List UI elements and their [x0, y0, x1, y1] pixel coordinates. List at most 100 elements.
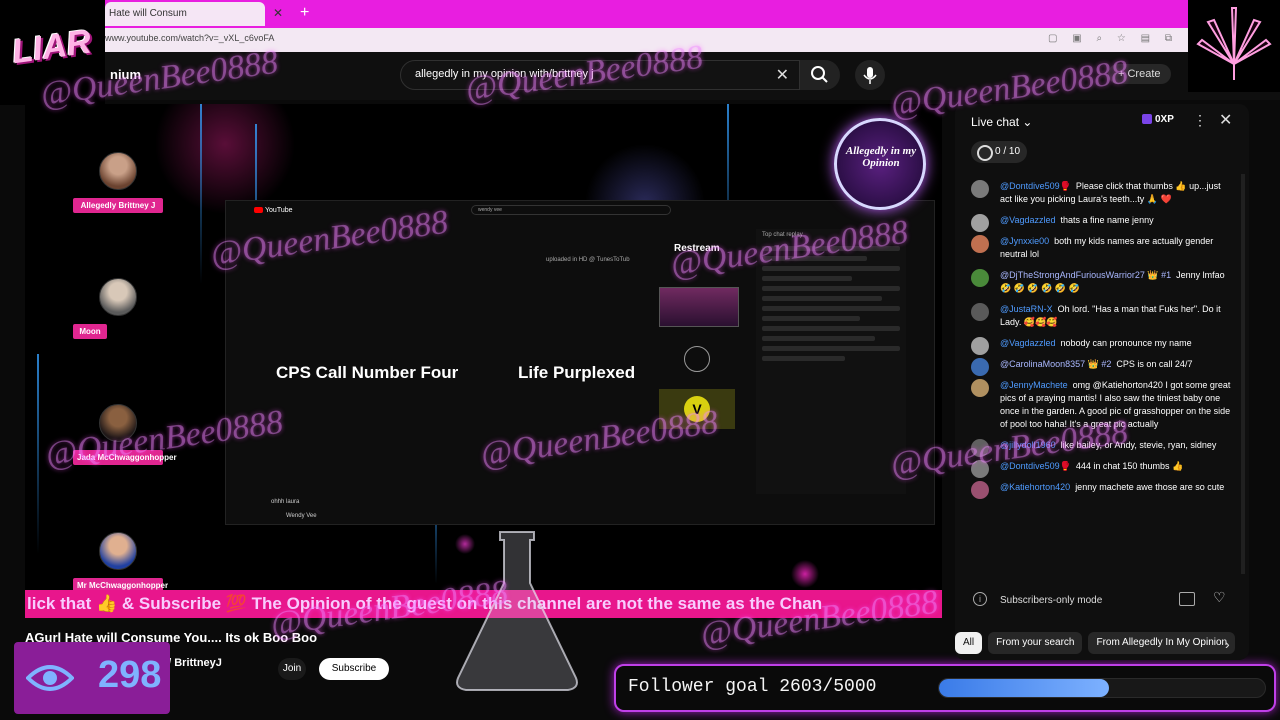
inner-topic-subtitle: Life Purplexed: [518, 363, 636, 382]
chat-message[interactable]: @JustaRN-X Oh lord. "Has a man that Fuks …: [955, 299, 1249, 333]
chat-text: thats a fine name jenny: [1060, 215, 1154, 225]
mic-button[interactable]: [855, 60, 885, 90]
inner-chat-line: [762, 356, 845, 361]
avatar: [99, 532, 137, 570]
avatar[interactable]: [971, 180, 989, 198]
live-chat-dropdown[interactable]: Live chat ⌄: [971, 115, 1032, 129]
chat-author[interactable]: @Vagdazzled: [1000, 338, 1056, 348]
chat-text: CPS is on call 24/7: [1116, 359, 1193, 369]
chat-author[interactable]: @Katiehorton420: [1000, 482, 1070, 492]
chat-message[interactable]: @Jynxxie00 both my kids names are actuall…: [955, 231, 1249, 265]
inner-chat-line: [762, 266, 900, 271]
avatar[interactable]: [971, 214, 989, 232]
chat-message[interactable]: @jillydoll1960 like bailey, or Andy, stev…: [955, 435, 1249, 457]
eye-icon: [26, 665, 74, 691]
chat-message[interactable]: @Dontdive509🥊 444 in chat 150 thumbs 👍: [955, 456, 1249, 478]
inner-chat-line: [762, 346, 900, 351]
new-tab-icon[interactable]: +: [300, 4, 309, 22]
restream-label: Restream: [674, 243, 720, 254]
url-text: www.youtube.com/watch?v=_vXL_c6voFA: [105, 33, 275, 43]
stream-scene: { "browser": { "tab_title": "Hate will C…: [0, 0, 1280, 720]
search-button[interactable]: [800, 60, 840, 90]
inner-thumbnail: [659, 287, 739, 327]
avatar[interactable]: [971, 337, 989, 355]
guest-name: Mr McChwaggonhopper: [73, 578, 168, 590]
filter-chip[interactable]: All: [955, 632, 983, 654]
chat-author[interactable]: @Jynxxie00: [1000, 236, 1049, 246]
chat-author[interactable]: @Dontdive509🥊: [1000, 181, 1071, 191]
heart-icon[interactable]: ♡: [1213, 589, 1226, 606]
tab-title: Hate will Consum: [109, 8, 187, 19]
ticker-text: lick that 👍 & Subscribe 💯 The Opinion of…: [27, 594, 823, 613]
super-chat-icon[interactable]: [1179, 592, 1195, 606]
inner-channel-name: Wendy Vee: [286, 513, 317, 519]
info-icon[interactable]: i: [973, 592, 987, 606]
inner-chat-line: [762, 336, 875, 341]
filter-chip[interactable]: From your search: [988, 632, 1083, 654]
video-player[interactable]: Allegedly Brittney J Moon Jada McChwaggo…: [25, 104, 942, 590]
filter-chip[interactable]: From Allegedly In My Opinion: [1088, 632, 1236, 654]
tab-close-icon[interactable]: ✕: [273, 6, 283, 20]
guest-name: Moon: [73, 324, 107, 339]
extension-icons[interactable]: ▢ ▣ ⌕ ☆ ▤ ⧉: [1048, 33, 1178, 44]
youtube-premium-brand[interactable]: nium: [110, 67, 141, 82]
inner-chat-line: [762, 246, 900, 251]
inner-chat-line: [762, 276, 852, 281]
chat-author[interactable]: @Dontdive509🥊: [1000, 461, 1071, 471]
inner-chat-line: [762, 296, 882, 301]
join-button[interactable]: Join: [278, 658, 306, 680]
chat-author[interactable]: @Vagdazzled: [1000, 215, 1056, 225]
viewer-count: 298: [98, 654, 162, 696]
avatar[interactable]: [971, 303, 989, 321]
search-icon: [811, 66, 828, 83]
address-bar[interactable]: www.youtube.com/watch?v=_vXL_c6voFA ▢ ▣ …: [105, 28, 1188, 52]
chat-author[interactable]: @jillydoll1960: [1000, 440, 1056, 450]
avatar[interactable]: [971, 460, 989, 478]
chat-author[interactable]: @DjTheStrongAndFuriousWarrior27 👑 #1: [1000, 270, 1171, 280]
chat-author[interactable]: @CarolinaMoon8357 👑 #2: [1000, 359, 1111, 369]
browser-tab[interactable]: Hate will Consum: [105, 2, 265, 26]
guest-tile: Mr McChwaggonhopper: [73, 532, 168, 590]
guest-tile: Moon: [73, 278, 163, 339]
avatar[interactable]: [971, 481, 989, 499]
shared-screen: YouTube wendy vee uploaded in HD @ Tunes…: [225, 200, 935, 525]
create-button[interactable]: + Create: [1108, 64, 1171, 84]
chat-message[interactable]: @Vagdazzled thats a fine name jenny: [955, 210, 1249, 232]
youtube-header: nium allegedly in my opinion with/brittn…: [0, 52, 1280, 100]
chat-message[interactable]: @DjTheStrongAndFuriousWarrior27 👑 #1 Jenn…: [955, 265, 1249, 299]
viewer-count-widget: 298: [14, 642, 170, 714]
subscribe-button[interactable]: Subscribe: [319, 658, 389, 680]
leaf-icon: [1196, 7, 1272, 80]
chat-message[interactable]: @Dontdive509🥊 Please click that thumbs 👍 …: [955, 176, 1249, 210]
chat-message[interactable]: @JennyMachete omg @Katiehorton420 I got s…: [955, 375, 1249, 435]
clear-search-icon[interactable]: ✕: [776, 65, 789, 85]
chat-message[interactable]: @Katiehorton420 jenny machete awe those a…: [955, 477, 1249, 499]
inner-chat-line: [762, 326, 900, 331]
chevron-right-icon[interactable]: ›: [1225, 636, 1230, 652]
follower-goal-track: [938, 678, 1266, 698]
avatar[interactable]: [971, 358, 989, 376]
avatar[interactable]: [971, 439, 989, 457]
inner-channel-thumbnail: V: [659, 389, 735, 429]
chat-author[interactable]: @JennyMachete: [1000, 380, 1068, 390]
inner-chat-line: [762, 316, 860, 321]
chat-goal-counter[interactable]: 0 / 10: [971, 141, 1027, 163]
avatar[interactable]: [971, 235, 989, 253]
inner-caption: ohhh laura: [271, 499, 300, 505]
chat-message[interactable]: @Vagdazzled nobody can pronounce my name: [955, 333, 1249, 355]
xp-badge[interactable]: 0XP: [1142, 114, 1174, 125]
chat-scrollbar[interactable]: [1241, 174, 1245, 574]
search-input[interactable]: allegedly in my opinion with/brittney j …: [400, 60, 800, 90]
chat-author[interactable]: @JustaRN-X: [1000, 304, 1053, 314]
inner-search: wendy vee: [471, 205, 671, 215]
chat-message[interactable]: @CarolinaMoon8357 👑 #2 CPS is on call 24/…: [955, 354, 1249, 376]
avatar[interactable]: [971, 269, 989, 287]
create-label: Create: [1127, 68, 1161, 80]
leaf-logo: [1188, 0, 1280, 92]
close-icon[interactable]: ✕: [1219, 110, 1232, 130]
light-streak: [200, 104, 202, 284]
more-vert-icon[interactable]: ⋮: [1193, 112, 1207, 129]
chat-text: nobody can pronounce my name: [1060, 338, 1192, 348]
avatar[interactable]: [971, 379, 989, 397]
chat-messages: @Dontdive509🥊 Please click that thumbs 👍 …: [955, 176, 1249, 576]
